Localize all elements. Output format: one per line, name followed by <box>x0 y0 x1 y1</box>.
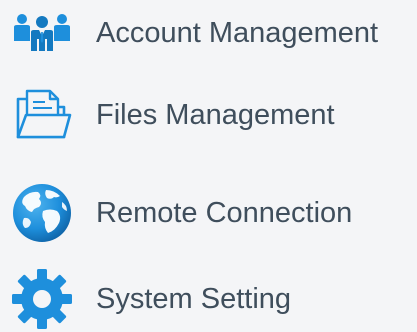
menu-item-account-management[interactable]: Account Management <box>0 0 417 66</box>
menu-item-files-management[interactable]: Files Management <box>0 82 417 148</box>
gear-icon <box>6 266 78 332</box>
menu-item-label: Files Management <box>96 99 335 131</box>
menu-item-system-setting[interactable]: System Setting <box>0 266 417 332</box>
globe-icon <box>6 180 78 246</box>
menu-item-remote-connection[interactable]: Remote Connection <box>0 180 417 246</box>
main-menu: Account Management Files Management Remo… <box>0 0 417 331</box>
folder-icon <box>6 82 78 148</box>
users-icon <box>6 0 78 66</box>
menu-item-label: System Setting <box>96 283 292 315</box>
menu-item-label: Account Management <box>96 17 379 49</box>
menu-item-label: Remote Connection <box>96 197 353 229</box>
